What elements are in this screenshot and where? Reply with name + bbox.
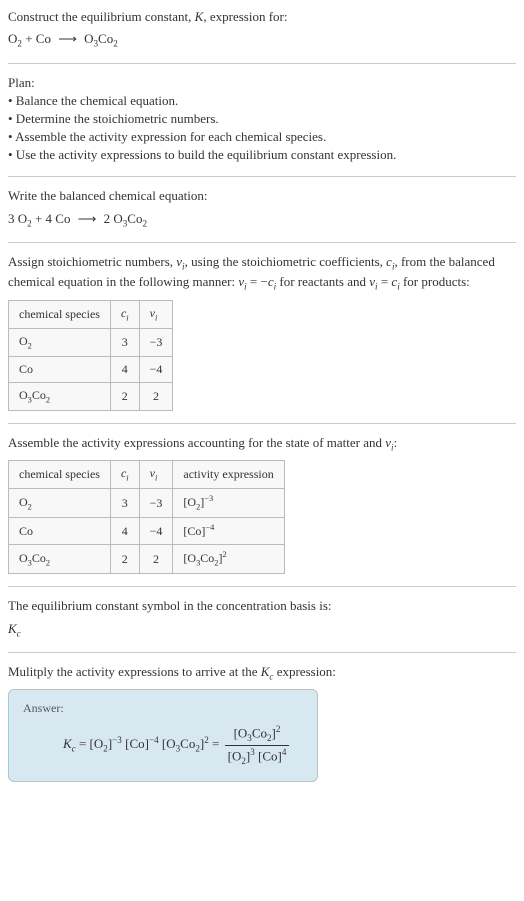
- table-cell: −4: [139, 518, 173, 545]
- multiply-section: Mulitply the activity expressions to arr…: [8, 663, 516, 782]
- table-cell: O2: [9, 328, 111, 356]
- header-title: Construct the equilibrium constant, K, e…: [8, 8, 516, 26]
- table-row: Co 4 −4 [Co]−4: [9, 518, 285, 545]
- plan-bullet: • Balance the chemical equation.: [8, 92, 516, 110]
- activity-table: chemical species ci νi activity expressi…: [8, 460, 285, 574]
- table-row: O2 3 −3: [9, 328, 173, 356]
- balanced-title: Write the balanced chemical equation:: [8, 187, 516, 205]
- table-cell: O2: [9, 489, 111, 518]
- table-cell: [Co]−4: [173, 518, 284, 545]
- table-header: activity expression: [173, 461, 284, 489]
- table-cell: 4: [110, 356, 139, 382]
- table-cell: −3: [139, 489, 173, 518]
- stoich-section: Assign stoichiometric numbers, νi, using…: [8, 253, 516, 411]
- table-header: ci: [110, 461, 139, 489]
- table-cell: 2: [139, 545, 173, 574]
- plan-bullet: • Determine the stoichiometric numbers.: [8, 110, 516, 128]
- balanced-equation: 3 O2 + 4 Co ⟶ 2 O3Co2: [8, 210, 516, 230]
- stoich-table: chemical species ci νi O2 3 −3 Co 4 −4 O…: [8, 300, 173, 411]
- table-cell: 2: [139, 382, 173, 410]
- table-cell: 4: [110, 518, 139, 545]
- table-cell: 3: [110, 328, 139, 356]
- table-row: Co 4 −4: [9, 356, 173, 382]
- header-section: Construct the equilibrium constant, K, e…: [8, 8, 516, 51]
- table-header: νi: [139, 300, 173, 328]
- table-header: chemical species: [9, 300, 111, 328]
- divider: [8, 423, 516, 424]
- table-row: O3Co2 2 2 [O3Co2]2: [9, 545, 285, 574]
- table-cell: −4: [139, 356, 173, 382]
- multiply-text: Mulitply the activity expressions to arr…: [8, 663, 516, 683]
- table-cell: Co: [9, 518, 111, 545]
- answer-equation: Kc = [O2]−3 [Co]−4 [O3Co2]2 = [O3Co2]2 […: [23, 723, 303, 767]
- stoich-intro: Assign stoichiometric numbers, νi, using…: [8, 253, 516, 294]
- table-header: ci: [110, 300, 139, 328]
- plan-section: Plan: • Balance the chemical equation. •…: [8, 74, 516, 165]
- plan-bullet: • Assemble the activity expression for e…: [8, 128, 516, 146]
- table-row: chemical species ci νi: [9, 300, 173, 328]
- table-cell: [O3Co2]2: [173, 545, 284, 574]
- header-equation: O2 + Co ⟶ O3Co2: [8, 30, 516, 50]
- plan-bullet: • Use the activity expressions to build …: [8, 146, 516, 164]
- table-cell: 3: [110, 489, 139, 518]
- table-row: chemical species ci νi activity expressi…: [9, 461, 285, 489]
- table-cell: Co: [9, 356, 111, 382]
- table-row: O3Co2 2 2: [9, 382, 173, 410]
- table-cell: 2: [110, 545, 139, 574]
- divider: [8, 242, 516, 243]
- table-cell: 2: [110, 382, 139, 410]
- answer-label: Answer:: [23, 700, 303, 717]
- activity-section: Assemble the activity expressions accoun…: [8, 434, 516, 575]
- table-cell: [O2]−3: [173, 489, 284, 518]
- table-header: νi: [139, 461, 173, 489]
- divider: [8, 63, 516, 64]
- answer-box: Answer: Kc = [O2]−3 [Co]−4 [O3Co2]2 = [O…: [8, 689, 318, 782]
- table-cell: O3Co2: [9, 382, 111, 410]
- kc-symbol-text: The equilibrium constant symbol in the c…: [8, 597, 516, 615]
- activity-intro: Assemble the activity expressions accoun…: [8, 434, 516, 454]
- table-row: O2 3 −3 [O2]−3: [9, 489, 285, 518]
- kc-symbol-section: The equilibrium constant symbol in the c…: [8, 597, 516, 640]
- table-cell: O3Co2: [9, 545, 111, 574]
- plan-title: Plan:: [8, 74, 516, 92]
- table-cell: −3: [139, 328, 173, 356]
- balanced-section: Write the balanced chemical equation: 3 …: [8, 187, 516, 230]
- table-header: chemical species: [9, 461, 111, 489]
- divider: [8, 176, 516, 177]
- kc-symbol-value: Kc: [8, 620, 516, 640]
- divider: [8, 586, 516, 587]
- divider: [8, 652, 516, 653]
